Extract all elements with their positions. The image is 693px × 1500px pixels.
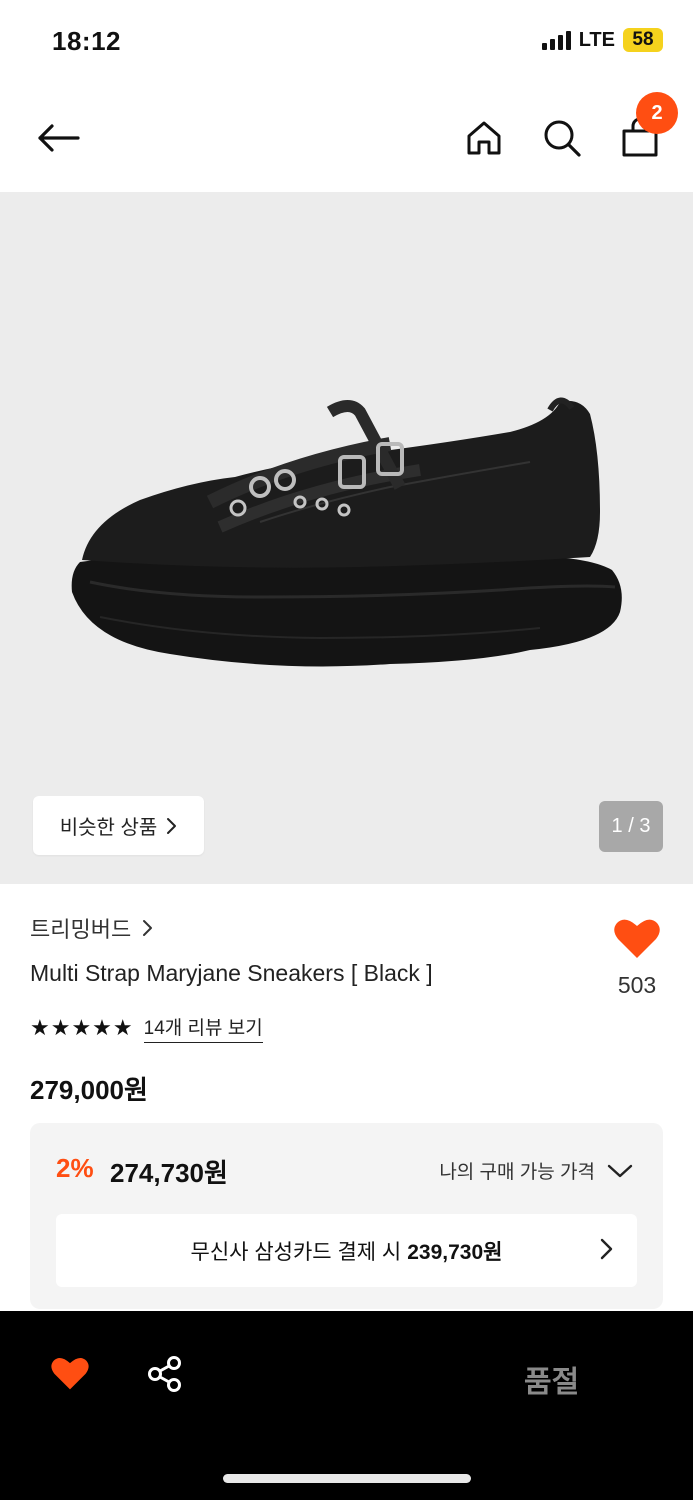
share-icon (148, 1356, 181, 1392)
image-page-indicator: 1 / 3 (599, 801, 663, 852)
price-summary-box: 2% 274,730원 나의 구매 가능 가격 무신사 삼성카드 결제 시 23… (30, 1123, 663, 1309)
status-time: 18:12 (52, 26, 121, 56)
similar-products-button[interactable]: 비슷한 상품 (33, 796, 204, 855)
battery-icon: 58 (623, 28, 663, 52)
bottom-action-bar: 품절 (0, 1311, 693, 1500)
heart-icon (614, 919, 660, 958)
my-price-label: 나의 구매 가능 가격 (439, 1162, 595, 1183)
card-offer-label: 무신사 삼성카드 결제 시 (190, 1240, 402, 1264)
rating-row: ★★★★★ 14개 리뷰 보기 (30, 1013, 263, 1043)
product-image (71, 397, 622, 667)
home-indicator (223, 1474, 471, 1483)
rating-stars: ★★★★★ (30, 1015, 134, 1040)
product-title: Multi Strap Maryjane Sneakers [ Black ] (30, 960, 433, 986)
sold-out-label: 품절 (524, 1366, 580, 1399)
status-bar: 18:12 LTE 58 (0, 0, 693, 84)
wishlist-button[interactable] (50, 1355, 90, 1396)
chevron-right-icon (143, 920, 153, 936)
home-icon[interactable] (460, 114, 508, 162)
heart-icon (51, 1357, 89, 1390)
like-count: 503 (617, 972, 657, 998)
signal-icon (541, 30, 571, 50)
product-image-gallery[interactable]: 비슷한 상품 1 / 3 (0, 192, 693, 884)
share-button[interactable] (146, 1355, 184, 1398)
card-offer-button[interactable]: 무신사 삼성카드 결제 시 239,730원 (56, 1214, 637, 1287)
similar-products-label: 비슷한 상품 (59, 817, 158, 839)
top-nav (0, 84, 693, 192)
cart-count-badge: 2 (636, 92, 678, 134)
like-button[interactable] (613, 916, 661, 965)
card-offer-price: 239,730원 (407, 1240, 503, 1264)
my-price-toggle[interactable]: 나의 구매 가능 가격 (439, 1157, 633, 1184)
chevron-right-icon (600, 1238, 613, 1260)
status-indicators: LTE 58 (541, 28, 663, 52)
review-link[interactable]: 14개 리뷰 보기 (143, 1013, 263, 1043)
discount-price: 274,730원 (110, 1158, 228, 1188)
discount-rate: 2% (56, 1153, 94, 1183)
back-arrow-icon[interactable] (34, 114, 82, 162)
network-label: LTE (578, 28, 615, 51)
brand-link[interactable]: 트리밍버드 (30, 912, 153, 944)
brand-name: 트리밍버드 (30, 917, 132, 942)
chevron-right-icon (167, 817, 177, 834)
search-icon[interactable] (538, 114, 586, 162)
chevron-down-icon (607, 1164, 633, 1177)
product-price: 279,000원 (30, 1075, 148, 1105)
